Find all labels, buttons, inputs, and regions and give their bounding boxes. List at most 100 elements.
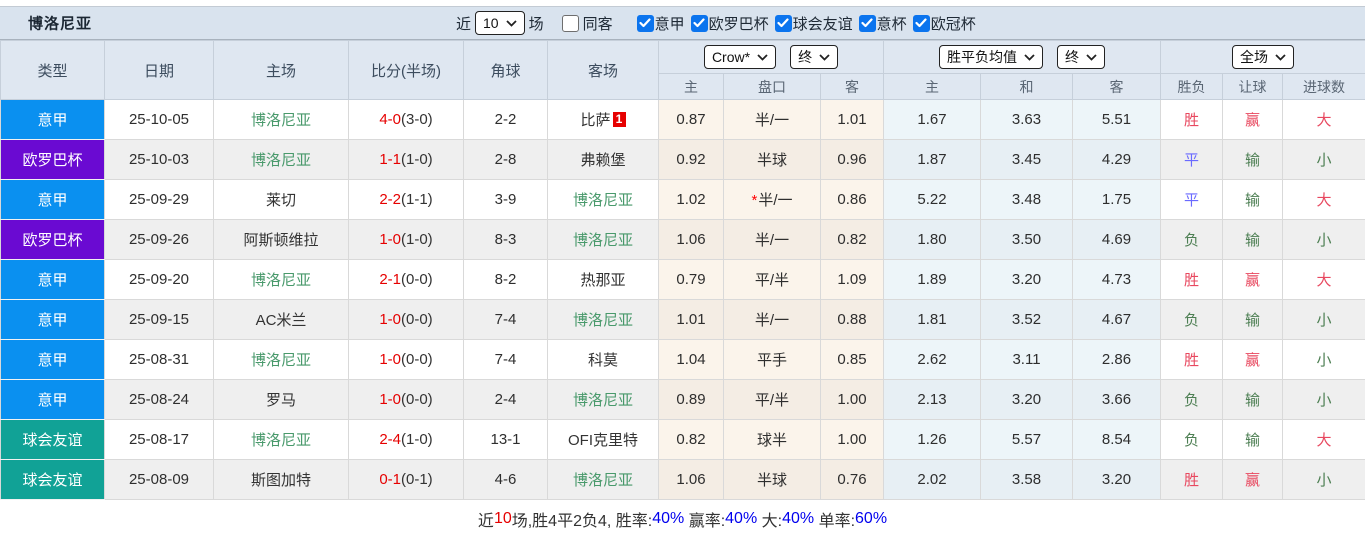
col-header-corners: 角球	[464, 41, 548, 100]
avg-odds-select[interactable]: 胜平负均值	[939, 45, 1043, 69]
checked-checkbox-icon[interactable]	[913, 15, 930, 32]
summary-text: 单率:	[814, 507, 855, 531]
summary-handicap-rate: 40%	[725, 510, 757, 528]
checked-checkbox-icon[interactable]	[859, 15, 876, 32]
result-group-header: 全场	[1161, 41, 1365, 74]
checked-checkbox-icon[interactable]	[775, 15, 792, 32]
result-handicap-cell: 输	[1223, 140, 1283, 180]
away-team-link[interactable]: 博洛尼亚	[573, 192, 633, 209]
avg-draw-odds-cell: 3.52	[981, 300, 1073, 340]
recent-count-select[interactable]: 10	[475, 11, 525, 35]
away-team-link[interactable]: 弗赖堡	[580, 152, 625, 169]
handicap-value: 球半	[757, 432, 787, 449]
crow-home-odds-cell: 0.87	[659, 100, 724, 140]
avg-away-odds-cell: 1.75	[1073, 180, 1161, 220]
result-wdl-cell: 平	[1161, 140, 1223, 180]
handicap-value: 半/一	[758, 192, 792, 209]
avg-home-odds-cell: 1.87	[884, 140, 981, 180]
filter-label[interactable]: 意杯	[877, 13, 907, 34]
away-team-cell: 博洛尼亚	[548, 380, 659, 420]
filter-label[interactable]: 意甲	[655, 13, 685, 34]
avg-draw-odds-cell: 3.20	[981, 260, 1073, 300]
subcol-result-handicap: 让球	[1223, 74, 1283, 100]
same-away-label[interactable]: 同客	[583, 13, 613, 34]
league-type-cell: 欧罗巴杯	[1, 140, 105, 180]
filter-coppa-italia[interactable]: 意杯	[859, 13, 907, 34]
avg-away-odds-cell: 8.54	[1073, 420, 1161, 460]
filter-serie-a[interactable]: 意甲	[637, 13, 685, 34]
home-team-link[interactable]: 罗马	[266, 392, 296, 409]
date-cell: 25-09-15	[105, 300, 214, 340]
halftime-score: (1-0)	[401, 431, 433, 448]
home-team-link[interactable]: 阿斯顿维拉	[243, 232, 318, 249]
home-team-link[interactable]: AC米兰	[256, 312, 307, 329]
away-team-link[interactable]: 博洛尼亚	[573, 232, 633, 249]
home-team-link[interactable]: 博洛尼亚	[251, 272, 311, 289]
home-team-link[interactable]: 博洛尼亚	[251, 152, 311, 169]
recent-label: 近	[456, 13, 471, 34]
league-type-cell: 球会友谊	[1, 420, 105, 460]
avg-draw-odds-cell: 5.57	[981, 420, 1073, 460]
away-team-link[interactable]: 比萨	[580, 112, 610, 129]
filter-club-friendly[interactable]: 球会友谊	[775, 13, 853, 34]
table-row: 意甲 25-09-20 博洛尼亚 2-1(0-0) 8-2 热那亚 0.79 平…	[1, 260, 1365, 300]
result-handicap-cell: 输	[1223, 300, 1283, 340]
halftime-score: (0-0)	[401, 311, 433, 328]
home-team-link[interactable]: 斯图加特	[251, 472, 311, 489]
handicap-cell: 平手	[724, 340, 821, 380]
avg-home-odds-cell: 2.62	[884, 340, 981, 380]
table-row: 意甲 25-10-05 博洛尼亚 4-0(3-0) 2-2 比萨1 0.87 半…	[1, 100, 1365, 140]
avg-draw-odds-cell: 3.45	[981, 140, 1073, 180]
filter-label[interactable]: 欧罗巴杯	[709, 13, 769, 34]
filter-label[interactable]: 球会友谊	[793, 13, 853, 34]
table-row: 欧罗巴杯 25-10-03 博洛尼亚 1-1(1-0) 2-8 弗赖堡 0.92…	[1, 140, 1365, 180]
score-cell: 1-0(1-0)	[349, 220, 464, 260]
home-team-link[interactable]: 博洛尼亚	[251, 432, 311, 449]
fulltime-score: 1-0	[379, 351, 401, 368]
away-team-link[interactable]: 博洛尼亚	[573, 392, 633, 409]
corners-cell: 8-3	[464, 220, 548, 260]
avg-draw-odds-cell: 3.48	[981, 180, 1073, 220]
date-cell: 25-08-17	[105, 420, 214, 460]
bookmaker-select[interactable]: Crow*	[704, 45, 776, 69]
away-team-link[interactable]: 博洛尼亚	[573, 472, 633, 489]
away-team-cell: 科莫	[548, 340, 659, 380]
summary-footer: 近10场,胜4平2负4, 胜率:40% 赢率:40% 大:40% 单率:60%	[0, 500, 1365, 537]
crow-away-odds-cell: 0.76	[821, 460, 884, 500]
avg-time-select[interactable]: 终	[1057, 45, 1105, 69]
filter-europa-league[interactable]: 欧罗巴杯	[691, 13, 769, 34]
away-team-cell: OFI克里特	[548, 420, 659, 460]
result-wdl-cell: 负	[1161, 380, 1223, 420]
home-team-cell: 博洛尼亚	[214, 100, 349, 140]
red-card-badge[interactable]: 1	[613, 112, 626, 127]
away-team-link[interactable]: 科莫	[588, 352, 618, 369]
home-team-link[interactable]: 莱切	[266, 192, 296, 209]
col-header-date: 日期	[105, 41, 214, 100]
home-team-link[interactable]: 博洛尼亚	[251, 112, 311, 129]
away-team-link[interactable]: OFI克里特	[568, 432, 638, 449]
corners-cell: 3-9	[464, 180, 548, 220]
handicap-star: *	[751, 192, 757, 209]
home-team-link[interactable]: 博洛尼亚	[251, 352, 311, 369]
home-team-cell: 斯图加特	[214, 460, 349, 500]
chevron-down-icon	[1275, 54, 1286, 61]
filter-champions-league[interactable]: 欧冠杯	[913, 13, 976, 34]
crow-odds-group-header: Crow* 终	[659, 41, 884, 74]
summary-text: 近	[478, 507, 494, 531]
away-team-link[interactable]: 博洛尼亚	[573, 312, 633, 329]
match-scope-select[interactable]: 全场	[1232, 45, 1294, 69]
handicap-cell: 半/一	[724, 100, 821, 140]
checked-checkbox-icon[interactable]	[637, 15, 654, 32]
table-body: 意甲 25-10-05 博洛尼亚 4-0(3-0) 2-2 比萨1 0.87 半…	[1, 100, 1365, 500]
checked-checkbox-icon[interactable]	[691, 15, 708, 32]
crow-time-select-value: 终	[798, 48, 812, 66]
handicap-cell: 半球	[724, 140, 821, 180]
filter-label[interactable]: 欧冠杯	[931, 13, 976, 34]
same-away-checkbox[interactable]	[562, 15, 579, 32]
handicap-cell: 球半	[724, 420, 821, 460]
filter-controls: 近 10 场 同客 意甲 欧罗巴杯 球会友谊 意杯 欧冠杯	[452, 11, 976, 35]
check-icon	[861, 18, 873, 28]
away-team-link[interactable]: 热那亚	[580, 272, 625, 289]
crow-time-select[interactable]: 终	[790, 45, 838, 69]
summary-text: 赢率:	[684, 507, 725, 531]
